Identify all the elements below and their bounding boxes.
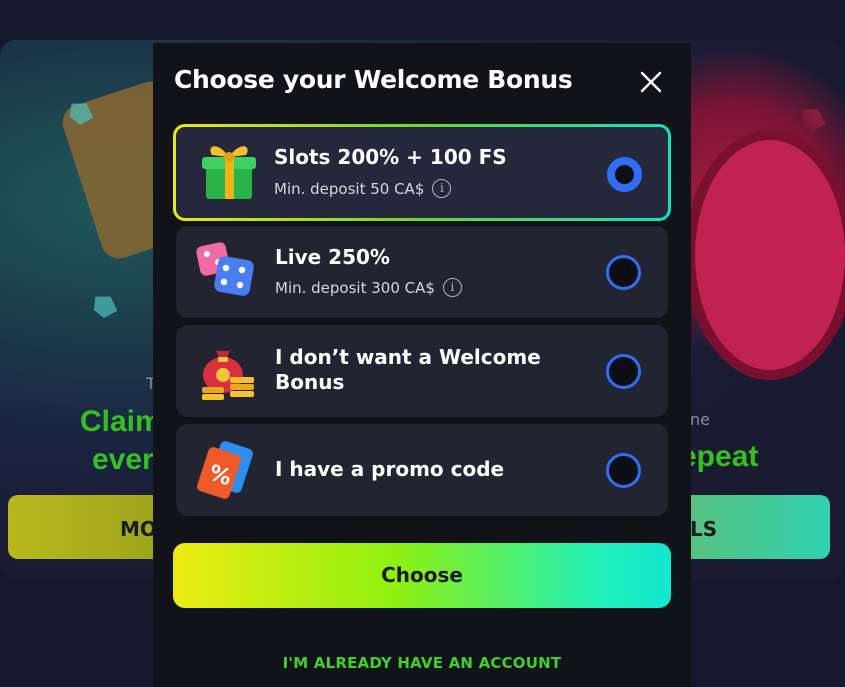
min-deposit-text: Min. deposit 50 CA$ — [274, 179, 425, 198]
close-icon[interactable] — [639, 70, 663, 94]
background-caption: ne — [690, 410, 710, 429]
min-deposit-text: Min. deposit 300 CA$ — [275, 278, 435, 297]
dice-icon — [194, 238, 260, 304]
option-title: Slots 200% + 100 FS — [274, 145, 507, 169]
choose-button[interactable]: Choose — [173, 543, 671, 608]
bonus-option-no-bonus[interactable]: I don’t want a Welcome Bonus — [176, 325, 668, 417]
promo-ticket-icon: % — [194, 436, 260, 502]
info-icon[interactable]: i — [442, 278, 462, 297]
fortune-wheel-decoration — [685, 130, 845, 380]
option-title: I don’t want a Welcome Bonus — [275, 345, 541, 395]
bonus-option-promo-code[interactable]: % I have a promo code — [176, 424, 668, 516]
background-headline-left: Claim ever — [80, 403, 162, 479]
background-button-right[interactable]: LS — [670, 495, 830, 559]
already-have-account-link[interactable]: I'M ALREADY HAVE AN ACCOUNT — [153, 654, 691, 672]
radio-button[interactable] — [606, 354, 641, 389]
welcome-bonus-modal: Choose your Welcome Bonus Slots 200% + 1… — [153, 43, 691, 687]
money-bag-icon — [194, 337, 260, 403]
gift-box-icon — [196, 137, 262, 203]
radio-button-selected[interactable] — [607, 157, 642, 192]
radio-button[interactable] — [606, 255, 641, 290]
option-subtitle: Min. deposit 50 CA$ i — [274, 179, 452, 198]
option-title-line: I don’t want a Welcome — [275, 345, 541, 369]
gem-decoration — [88, 290, 122, 322]
gem-decoration — [796, 103, 830, 135]
option-subtitle: Min. deposit 300 CA$ i — [275, 278, 462, 297]
bonus-option-live[interactable]: Live 250% Min. deposit 300 CA$ i — [176, 226, 668, 318]
background-headline-right: epeat — [680, 440, 759, 473]
radio-button[interactable] — [606, 453, 641, 488]
headline-line: ever — [92, 443, 154, 476]
option-title-line: Bonus — [275, 370, 345, 394]
info-icon[interactable]: i — [432, 179, 452, 198]
option-title: I have a promo code — [275, 457, 505, 481]
modal-title: Choose your Welcome Bonus — [174, 65, 573, 94]
option-title: Live 250% — [275, 245, 390, 269]
headline-line: Claim — [80, 405, 162, 438]
bonus-option-slots[interactable]: Slots 200% + 100 FS Min. deposit 50 CA$ … — [173, 124, 671, 221]
